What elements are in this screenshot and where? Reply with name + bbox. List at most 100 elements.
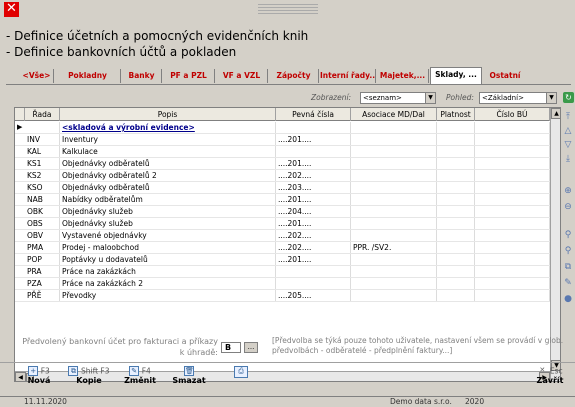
bank-account-label: Předvolený bankovní účet pro fakturaci a… bbox=[22, 337, 218, 357]
copy-key: Shift F3 bbox=[81, 366, 110, 376]
cell-pevna: ....201.... bbox=[276, 158, 351, 169]
cell-rada: OBS bbox=[25, 218, 60, 229]
scroll-up-icon[interactable]: ▲ bbox=[551, 108, 560, 119]
tab-pf-pzl[interactable]: PF a PZL bbox=[163, 69, 215, 83]
move-bottom-icon[interactable]: ⤓ bbox=[563, 154, 573, 164]
zoom-in-icon[interactable]: ⊕ bbox=[563, 186, 573, 196]
circle-icon[interactable]: ● bbox=[563, 294, 573, 304]
bank-account-field[interactable]: B bbox=[221, 342, 241, 353]
table-row[interactable]: PMA Prodej - maloobchod ....202.... PPR.… bbox=[15, 242, 560, 254]
edit-icon: ✎ bbox=[129, 366, 140, 376]
table-row[interactable]: OBK Objednávky služeb ....204.... bbox=[15, 206, 560, 218]
move-up-icon[interactable]: △ bbox=[563, 126, 573, 136]
chevron-down-icon[interactable]: ▼ bbox=[425, 93, 435, 103]
zobrazeni-value: <seznam> bbox=[363, 94, 402, 102]
cell-rada: PŘĚ bbox=[25, 290, 60, 301]
tab-interni-rady[interactable]: Interní řady.. bbox=[320, 69, 376, 83]
cell-asociace bbox=[351, 290, 437, 301]
cell-cislo-bu bbox=[475, 122, 550, 133]
copy-button[interactable]: ⧉ Shift F3 Kopie bbox=[64, 366, 114, 394]
table-row[interactable]: KAL Kalkulace bbox=[15, 146, 560, 158]
delete-button[interactable]: 🗑 Smazat bbox=[168, 366, 210, 394]
pohled-select[interactable]: <Základní> ▼ bbox=[479, 92, 557, 104]
tab-vf-vzl[interactable]: VF a VZL bbox=[216, 69, 268, 83]
table-row[interactable]: KS1 Objednávky odběratelů ....201.... bbox=[15, 158, 560, 170]
move-top-icon[interactable]: ⤒ bbox=[563, 112, 573, 122]
search-icon[interactable]: ⚲ bbox=[563, 230, 573, 240]
cell-cislo-bu bbox=[475, 218, 550, 229]
divider bbox=[0, 362, 575, 363]
tab-sklady[interactable]: Sklady, ... bbox=[430, 67, 482, 84]
refresh-icon[interactable]: ↻ bbox=[563, 92, 574, 103]
table-row[interactable]: PRA Práce na zakázkách bbox=[15, 266, 560, 278]
table-row[interactable]: OBV Vystavené objednávky ....202.... bbox=[15, 230, 560, 242]
table-row[interactable]: KSO Objednávky odběratelů ....203.... bbox=[15, 182, 560, 194]
copy-label: Kopie bbox=[76, 376, 102, 385]
tab-zapocty[interactable]: Zápočty bbox=[269, 69, 319, 83]
cell-pevna: ....201.... bbox=[276, 218, 351, 229]
row-pointer-icon: ▶ bbox=[17, 123, 23, 131]
cell-asociace bbox=[351, 194, 437, 205]
table-row-group[interactable]: ▶ <skladová a výrobní evidence> bbox=[15, 122, 560, 134]
cell-rada: PZA bbox=[25, 278, 60, 289]
tab-vse[interactable]: <Vše> bbox=[20, 69, 54, 83]
tab-ostatni[interactable]: Ostatní bbox=[485, 69, 525, 83]
copy-icon[interactable]: ⧉ bbox=[563, 262, 573, 272]
new-button[interactable]: + F3 Nová bbox=[18, 366, 60, 394]
edit-button[interactable]: ✎ F4 Změnit bbox=[118, 366, 162, 394]
table-row[interactable]: PZA Práce na zakázkách 2 bbox=[15, 278, 560, 290]
cell-platnost bbox=[437, 182, 475, 193]
table-row[interactable]: POP Poptávky u dodavatelů ....201.... bbox=[15, 254, 560, 266]
cell-cislo-bu bbox=[475, 134, 550, 145]
cell-pevna: ....205.... bbox=[276, 290, 351, 301]
zoom-out-icon[interactable]: ⊖ bbox=[563, 202, 573, 212]
header-asociace[interactable]: Asociace MD/Dal bbox=[351, 108, 437, 121]
cell-rada: PRA bbox=[25, 266, 60, 277]
cell-asociace bbox=[351, 182, 437, 193]
cell-rada: POP bbox=[25, 254, 60, 265]
bank-account-browse-button[interactable]: ... bbox=[244, 342, 258, 353]
header-pevna-cisla[interactable]: Pevná čísla bbox=[276, 108, 351, 121]
zobrazeni-select[interactable]: <seznam> ▼ bbox=[360, 92, 436, 104]
tab-pokladny[interactable]: Pokladny bbox=[55, 69, 121, 83]
new-icon: + bbox=[28, 366, 39, 376]
close-button[interactable]: ✕ Esc Zavřít bbox=[528, 366, 572, 394]
tab-banky[interactable]: Banky bbox=[122, 69, 162, 83]
close-icon[interactable]: ✕ bbox=[4, 2, 19, 17]
cell-asociace bbox=[351, 170, 437, 181]
cell-cislo-bu bbox=[475, 146, 550, 157]
header-rada[interactable]: Řada bbox=[25, 108, 60, 121]
cell-asociace bbox=[351, 266, 437, 277]
cell-asociace bbox=[351, 122, 437, 133]
new-label: Nová bbox=[27, 376, 51, 385]
move-down-icon[interactable]: ▽ bbox=[563, 140, 573, 150]
cell-asociace bbox=[351, 230, 437, 241]
zobrazeni-label: Zobrazení: bbox=[311, 93, 352, 102]
tab-majetek[interactable]: Majetek,... bbox=[377, 69, 429, 83]
cell-cislo-bu bbox=[475, 254, 550, 265]
header-cislo-bu[interactable]: Číslo BÚ bbox=[475, 108, 550, 121]
header-popis[interactable]: Popis bbox=[60, 108, 276, 121]
cell-asociace bbox=[351, 278, 437, 289]
pen-icon[interactable]: ✎ bbox=[563, 278, 573, 288]
cell-popis: Objednávky odběratelů bbox=[60, 182, 276, 193]
cell-platnost bbox=[437, 290, 475, 301]
cell-rada: KS2 bbox=[25, 170, 60, 181]
cell-cislo-bu bbox=[475, 278, 550, 289]
cell-pevna: ....202.... bbox=[276, 230, 351, 241]
print-button[interactable]: ⎙ bbox=[226, 366, 256, 394]
table-row[interactable]: NAB Nabídky odběratelům ....201.... bbox=[15, 194, 560, 206]
table-row[interactable]: PŘĚ Převodky ....205.... bbox=[15, 290, 560, 302]
cell-asociace bbox=[351, 134, 437, 145]
close-key: Esc bbox=[549, 366, 563, 376]
table-row[interactable]: OBS Objednávky služeb ....201.... bbox=[15, 218, 560, 230]
header-platnost[interactable]: Platnost bbox=[437, 108, 475, 121]
filter-icon[interactable]: ⚲ bbox=[563, 246, 573, 256]
table-row[interactable]: KS2 Objednávky odběratelů 2 ....202.... bbox=[15, 170, 560, 182]
cell-cislo-bu bbox=[475, 194, 550, 205]
cell-platnost bbox=[437, 266, 475, 277]
chevron-down-icon[interactable]: ▼ bbox=[546, 93, 556, 103]
cell-cislo-bu bbox=[475, 242, 550, 253]
window-drag-handle[interactable] bbox=[258, 4, 318, 14]
table-row[interactable]: INV Inventury ....201.... bbox=[15, 134, 560, 146]
